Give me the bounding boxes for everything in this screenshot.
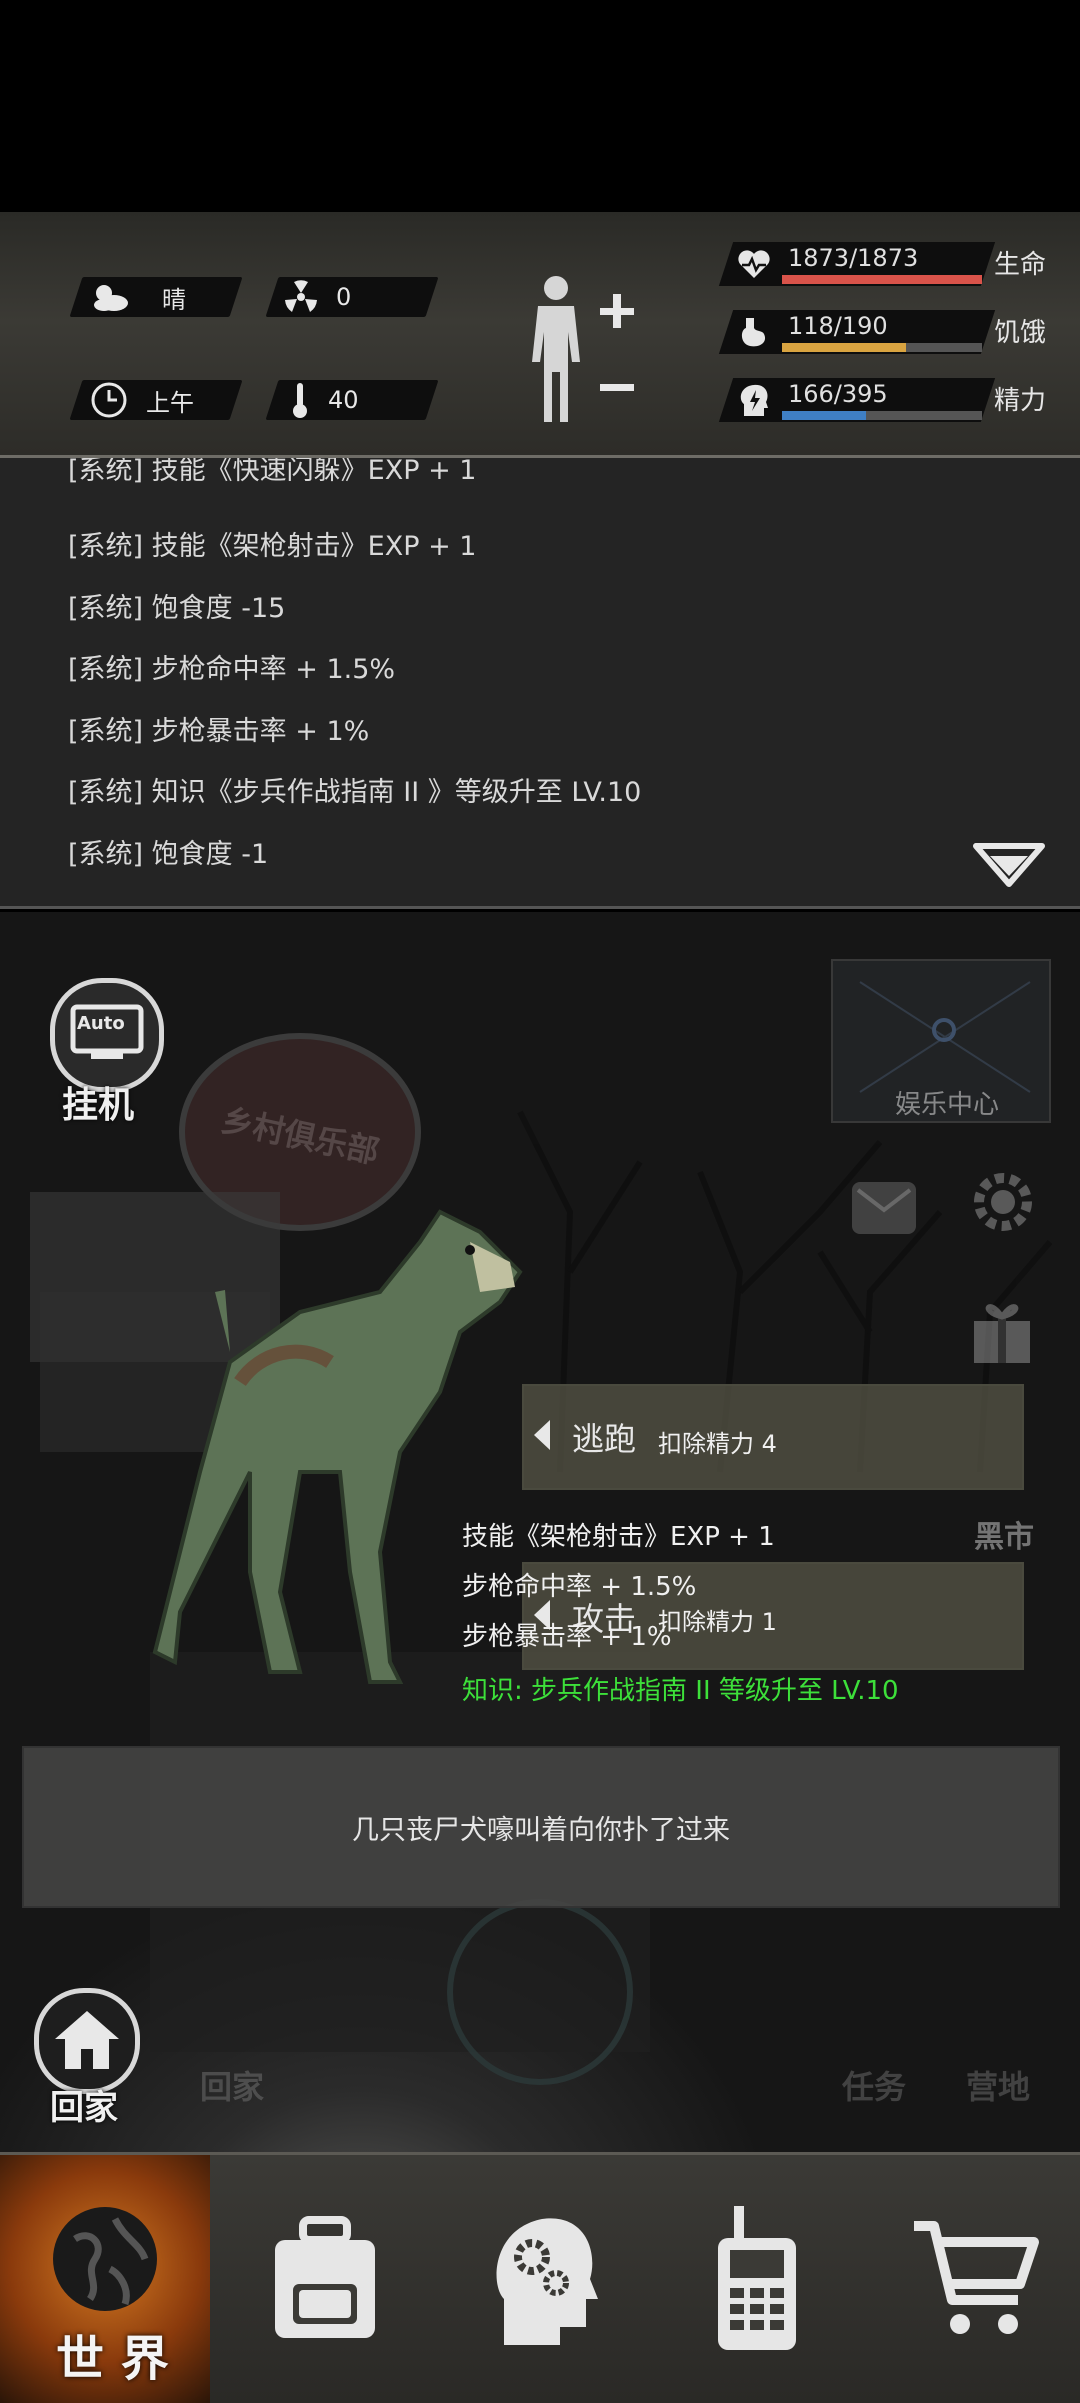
time-indicator: 上午 <box>90 380 194 420</box>
mail-icon[interactable] <box>850 1180 918 1236</box>
left-arrow-icon <box>534 1420 550 1450</box>
home-button[interactable] <box>34 1988 140 2094</box>
radiation-indicator: 0 <box>284 277 351 317</box>
log-line: [系统] 知识《步兵作战指南 II 》等级升至 LV.10 <box>68 777 642 808</box>
thermometer-icon <box>293 383 307 418</box>
combat-result-line: 步枪暴击率 + 1% <box>462 1622 672 1652</box>
nav-world-label: 世 界 <box>56 2331 169 2387</box>
afk-label: 挂机 <box>62 1085 135 1126</box>
home-label: 回家 <box>50 2088 118 2128</box>
log-line: [系统] 饱食度 -15 <box>68 593 286 624</box>
temperature-value: 40 <box>328 386 359 414</box>
hunger-fill <box>782 343 906 352</box>
task-label[interactable]: 任务 <box>842 2062 906 2108</box>
heart-icon <box>738 250 770 278</box>
log-line: [系统] 步枪暴击率 + 1% <box>68 716 370 747</box>
encounter-message: 几只丧尸犬嚎叫着向你扑了过来 <box>352 1814 730 1846</box>
combat-result-line: 技能《架枪射击》EXP + 1 <box>462 1522 775 1552</box>
hunger-label: 饥饿 <box>994 318 1047 348</box>
energy-value: 166/395 <box>788 380 888 408</box>
system-log[interactable]: [系统] 技能《快速闪躲》EXP + 1 [系统] 技能《架枪射击》EXP + … <box>0 458 1080 908</box>
flee-button[interactable]: 逃跑 扣除精力 4 <box>522 1384 1024 1490</box>
head-gears-icon <box>496 2218 598 2345</box>
battle-scene: 乡村俱乐部 Auto 挂机 娱乐中心 黑市 逃跑 扣除精力 4 攻击 扣除精力 … <box>0 912 1080 2152</box>
nav-shop-tab[interactable] <box>870 2155 1080 2403</box>
nav-backpack-tab[interactable] <box>220 2155 430 2403</box>
log-line: [系统] 步枪命中率 + 1.5% <box>68 654 396 685</box>
walkie-talkie-icon <box>718 2206 796 2350</box>
health-value: 1873/1873 <box>788 244 919 272</box>
house-icon <box>55 2011 119 2069</box>
weather-sunny-icon <box>94 285 128 311</box>
attack-cost: 扣除精力 1 <box>658 1608 777 1636</box>
combat-result-line: 步枪命中率 + 1.5% <box>462 1572 697 1602</box>
nav-radio-tab[interactable] <box>652 2155 862 2403</box>
nav-skills-tab[interactable] <box>440 2155 650 2403</box>
hunger-value: 118/190 <box>788 312 888 340</box>
entertainment-center-label[interactable]: 娱乐中心 <box>895 1084 999 1121</box>
flee-label: 逃跑 <box>572 1420 637 1458</box>
energy-bar: 166/395 精力 <box>718 378 1076 428</box>
body-status-button[interactable] <box>520 272 640 432</box>
gift-icon[interactable] <box>970 1297 1034 1367</box>
energy-track <box>782 411 982 420</box>
weather-text: 晴 <box>162 285 186 314</box>
hunger-track <box>782 343 982 352</box>
status-panel: 晴 0 上午 40 1873/1873 生命 118/190 饥饿 166/39… <box>0 212 1080 458</box>
energy-label: 精力 <box>994 386 1047 416</box>
flee-cost: 扣除精力 4 <box>658 1430 777 1458</box>
health-bar: 1873/1873 生命 <box>718 242 1076 292</box>
log-divider <box>0 906 1080 909</box>
head-lightning-icon <box>740 384 768 416</box>
settings-gear-icon[interactable] <box>968 1167 1038 1237</box>
health-track <box>782 275 982 284</box>
knowledge-levelup-text: 知识: 步兵作战指南 II 等级升至 LV.10 <box>462 1676 899 1706</box>
globe-icon <box>53 2207 157 2311</box>
human-body-icon <box>532 276 634 422</box>
camp-label[interactable]: 营地 <box>966 2062 1030 2108</box>
log-line: [系统] 饱食度 -1 <box>68 839 269 870</box>
nav-world-tab[interactable]: 世 界 <box>0 2155 210 2403</box>
health-label: 生命 <box>994 250 1047 280</box>
expand-log-chevron-icon[interactable] <box>972 840 1046 890</box>
auto-label: Auto <box>77 1013 125 1034</box>
black-market-label[interactable]: 黑市 <box>974 1512 1034 1556</box>
health-fill <box>782 275 982 284</box>
home-ghost-label: 回家 <box>200 2068 265 2106</box>
log-line: [系统] 技能《快速闪躲》EXP + 1 <box>68 458 477 486</box>
hunger-bar: 118/190 饥饿 <box>718 310 1076 360</box>
backpack-icon <box>275 2216 375 2338</box>
auto-play-button[interactable]: Auto <box>50 978 164 1092</box>
clock-icon <box>91 382 127 418</box>
encounter-message-box: 几只丧尸犬嚎叫着向你扑了过来 <box>22 1746 1060 1908</box>
radiation-value: 0 <box>336 283 352 311</box>
weather-indicator: 晴 <box>90 277 186 317</box>
radiation-icon <box>285 280 317 312</box>
temperature-indicator: 40 <box>290 380 359 420</box>
stomach-icon <box>741 318 766 347</box>
time-text: 上午 <box>146 388 194 417</box>
log-line: [系统] 技能《架枪射击》EXP + 1 <box>68 531 477 562</box>
energy-fill <box>782 411 866 420</box>
bottom-navigation: 世 界 <box>0 2152 1080 2403</box>
shopping-cart-icon <box>914 2221 1039 2334</box>
